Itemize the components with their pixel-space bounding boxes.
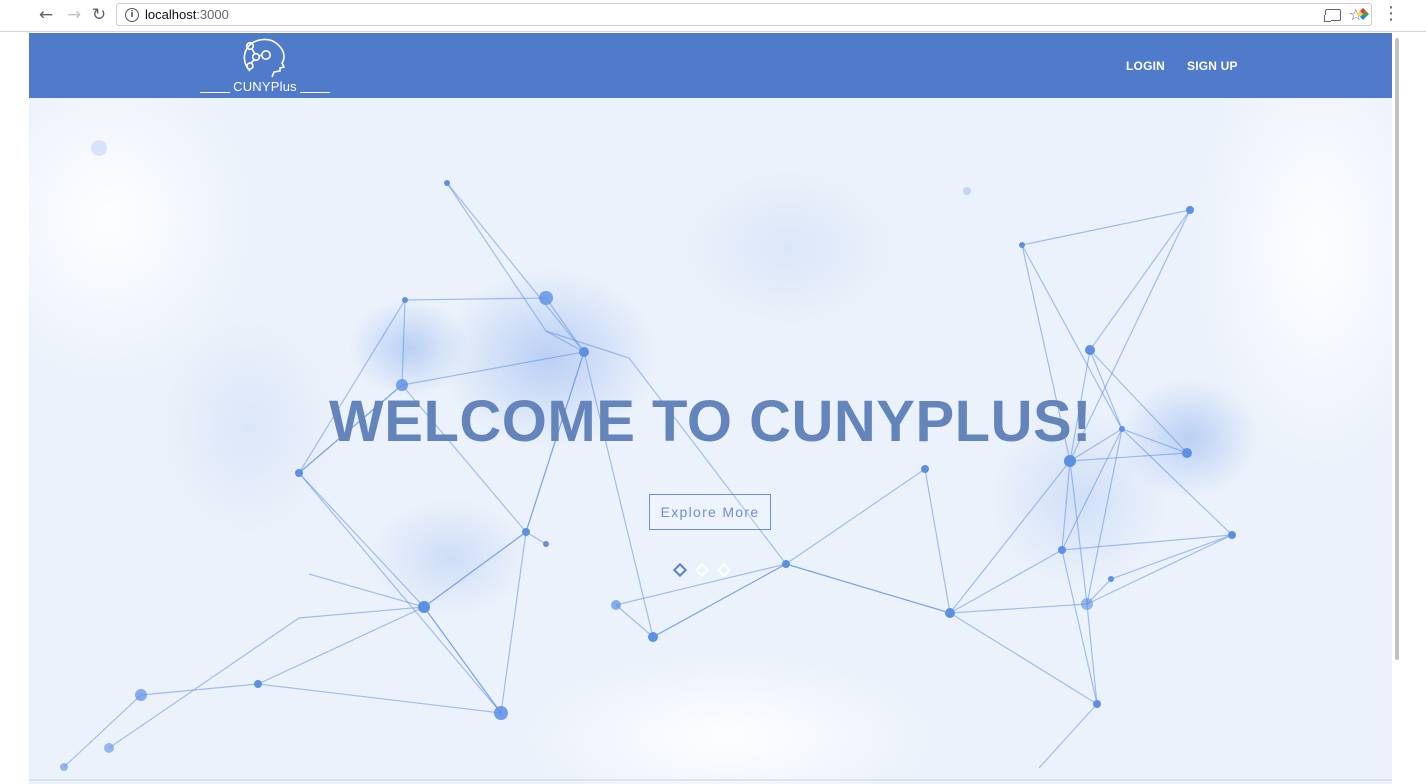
url-host: localhost [145,7,197,22]
scrollbar-thumb[interactable] [1395,38,1399,660]
logo-rule-right [300,92,330,93]
url-port: :3000 [196,7,229,22]
hero-section: WELCOME TO CUNYPLUS! Explore More [29,98,1392,784]
explore-more-button[interactable]: Explore More [649,494,771,530]
more-vert-icon[interactable]: ⋮ [1382,3,1400,24]
reload-icon[interactable]: ↻ [88,4,110,26]
forward-icon[interactable]: → [63,4,85,26]
hero-title: WELCOME TO CUNYPLUS! [329,389,1092,454]
url-text[interactable]: localhost:3000 [145,7,229,22]
nav-sign-up[interactable]: SIGN UP [1187,59,1238,73]
carousel-dot-1[interactable] [672,562,688,578]
carousel-dot-2[interactable] [694,562,710,578]
nav-login[interactable]: LOGIN [1126,59,1165,73]
color-picker-icon[interactable] [1355,7,1371,23]
address-bar[interactable]: i localhost:3000 ☆ [116,3,1372,26]
page-viewport: CUNYPlus LOGIN SIGN UP WELCOME TO CUNYPL… [29,33,1392,784]
head-network-icon [243,38,286,78]
info-icon[interactable]: i [125,7,139,22]
page-bottom-border [29,779,1392,781]
browser-toolbar: ← → ↻ i localhost:3000 ☆ ⋮ [0,0,1426,32]
site-header: CUNYPlus LOGIN SIGN UP [29,33,1392,98]
left-gutter [0,33,29,784]
carousel-indicators [672,562,732,578]
back-icon[interactable]: ← [35,4,57,26]
brand-logo[interactable]: CUNYPlus [200,35,330,95]
cast-icon[interactable] [1324,9,1341,22]
carousel-dot-3[interactable] [716,562,732,578]
